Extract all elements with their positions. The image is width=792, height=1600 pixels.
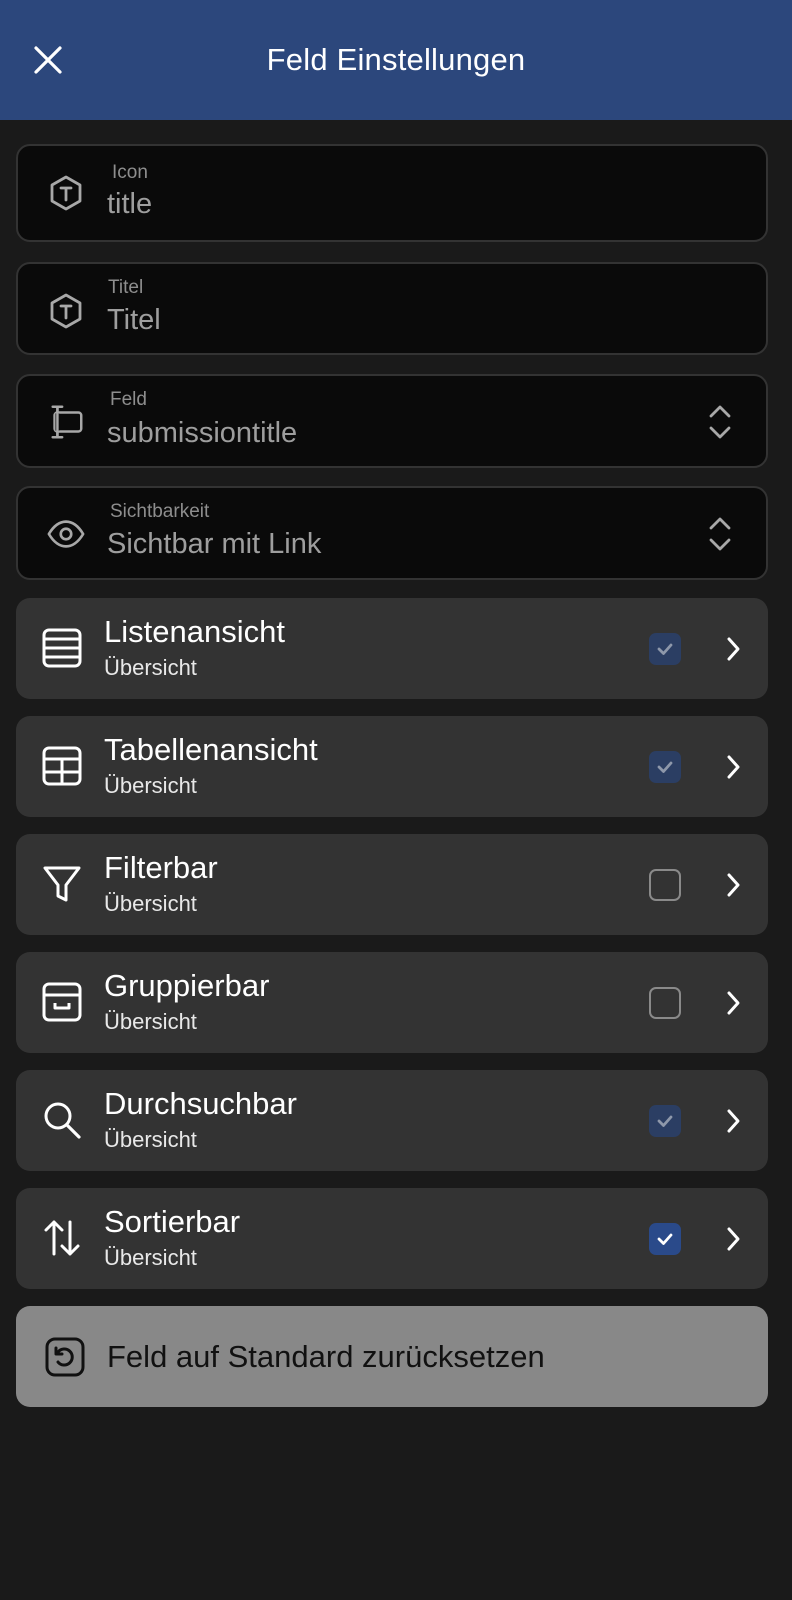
reset-field-button[interactable]: Feld auf Standard zurücksetzen <box>16 1306 768 1407</box>
chevron-up-down-icon <box>704 400 736 444</box>
check-icon <box>657 643 673 655</box>
reset-icon <box>44 1336 86 1378</box>
header-bar: Feld Einstellungen <box>0 0 792 120</box>
filter-icon <box>40 862 84 906</box>
text-cursor-box-icon <box>46 402 86 442</box>
visibility-select-value: Sichtbar mit Link <box>107 528 322 560</box>
row-list-view[interactable]: Listenansicht Übersicht <box>16 598 768 699</box>
check-icon <box>657 761 673 773</box>
row-table-view[interactable]: Tabellenansicht Übersicht <box>16 716 768 817</box>
sortable-checkbox[interactable] <box>649 1223 681 1255</box>
row-subtitle: Übersicht <box>104 891 197 916</box>
chevron-right-icon <box>718 752 748 782</box>
row-filterable[interactable]: Filterbar Übersicht <box>16 834 768 935</box>
icon-field[interactable]: Icon title <box>16 144 768 242</box>
visibility-select-label: Sichtbarkeit <box>110 501 210 522</box>
archive-icon <box>40 980 84 1024</box>
filterable-checkbox[interactable] <box>649 869 681 901</box>
check-icon <box>657 1233 673 1245</box>
chevron-right-icon <box>718 988 748 1018</box>
title-field-label: Titel <box>108 277 144 298</box>
table-view-checkbox[interactable] <box>649 751 681 783</box>
text-hexagon-icon <box>46 173 86 213</box>
field-select-value: submissiontitle <box>107 417 298 449</box>
row-subtitle: Übersicht <box>104 773 197 798</box>
list-icon <box>40 626 84 670</box>
close-button[interactable] <box>24 36 72 84</box>
row-searchable[interactable]: Durchsuchbar Übersicht <box>16 1070 768 1171</box>
chevron-right-icon <box>718 870 748 900</box>
page-title: Feld Einstellungen <box>266 42 526 77</box>
chevron-right-icon <box>718 1224 748 1254</box>
row-subtitle: Übersicht <box>104 1127 197 1152</box>
row-sortable[interactable]: Sortierbar Übersicht <box>16 1188 768 1289</box>
eye-icon <box>46 514 86 554</box>
icon-field-value: title <box>107 188 153 220</box>
row-title: Sortierbar <box>104 1204 241 1239</box>
close-icon <box>34 46 62 74</box>
row-groupable[interactable]: Gruppierbar Übersicht <box>16 952 768 1053</box>
visibility-select[interactable]: Sichtbarkeit Sichtbar mit Link <box>16 486 768 580</box>
chevron-right-icon <box>718 1106 748 1136</box>
row-title: Gruppierbar <box>104 968 270 1003</box>
searchable-checkbox[interactable] <box>649 1105 681 1137</box>
search-icon <box>40 1098 84 1142</box>
chevron-up-down-icon <box>704 512 736 556</box>
title-field-value: Titel <box>107 304 161 336</box>
row-title: Filterbar <box>104 850 218 885</box>
field-select-label: Feld <box>110 389 147 410</box>
icon-field-label: Icon <box>112 162 148 183</box>
reset-field-label: Feld auf Standard zurücksetzen <box>107 1339 545 1374</box>
sort-arrows-icon <box>40 1216 84 1260</box>
row-subtitle: Übersicht <box>104 1245 197 1270</box>
field-select[interactable]: Feld submissiontitle <box>16 374 768 468</box>
row-title: Durchsuchbar <box>104 1086 297 1121</box>
title-field[interactable]: Titel Titel <box>16 262 768 355</box>
row-subtitle: Übersicht <box>104 1009 197 1034</box>
text-hexagon-icon <box>46 291 86 331</box>
chevron-right-icon <box>718 634 748 664</box>
row-subtitle: Übersicht <box>104 655 197 680</box>
check-icon <box>657 1115 673 1127</box>
list-view-checkbox[interactable] <box>649 633 681 665</box>
row-title: Listenansicht <box>104 614 285 649</box>
groupable-checkbox[interactable] <box>649 987 681 1019</box>
row-title: Tabellenansicht <box>104 732 318 767</box>
table-icon <box>40 744 84 788</box>
